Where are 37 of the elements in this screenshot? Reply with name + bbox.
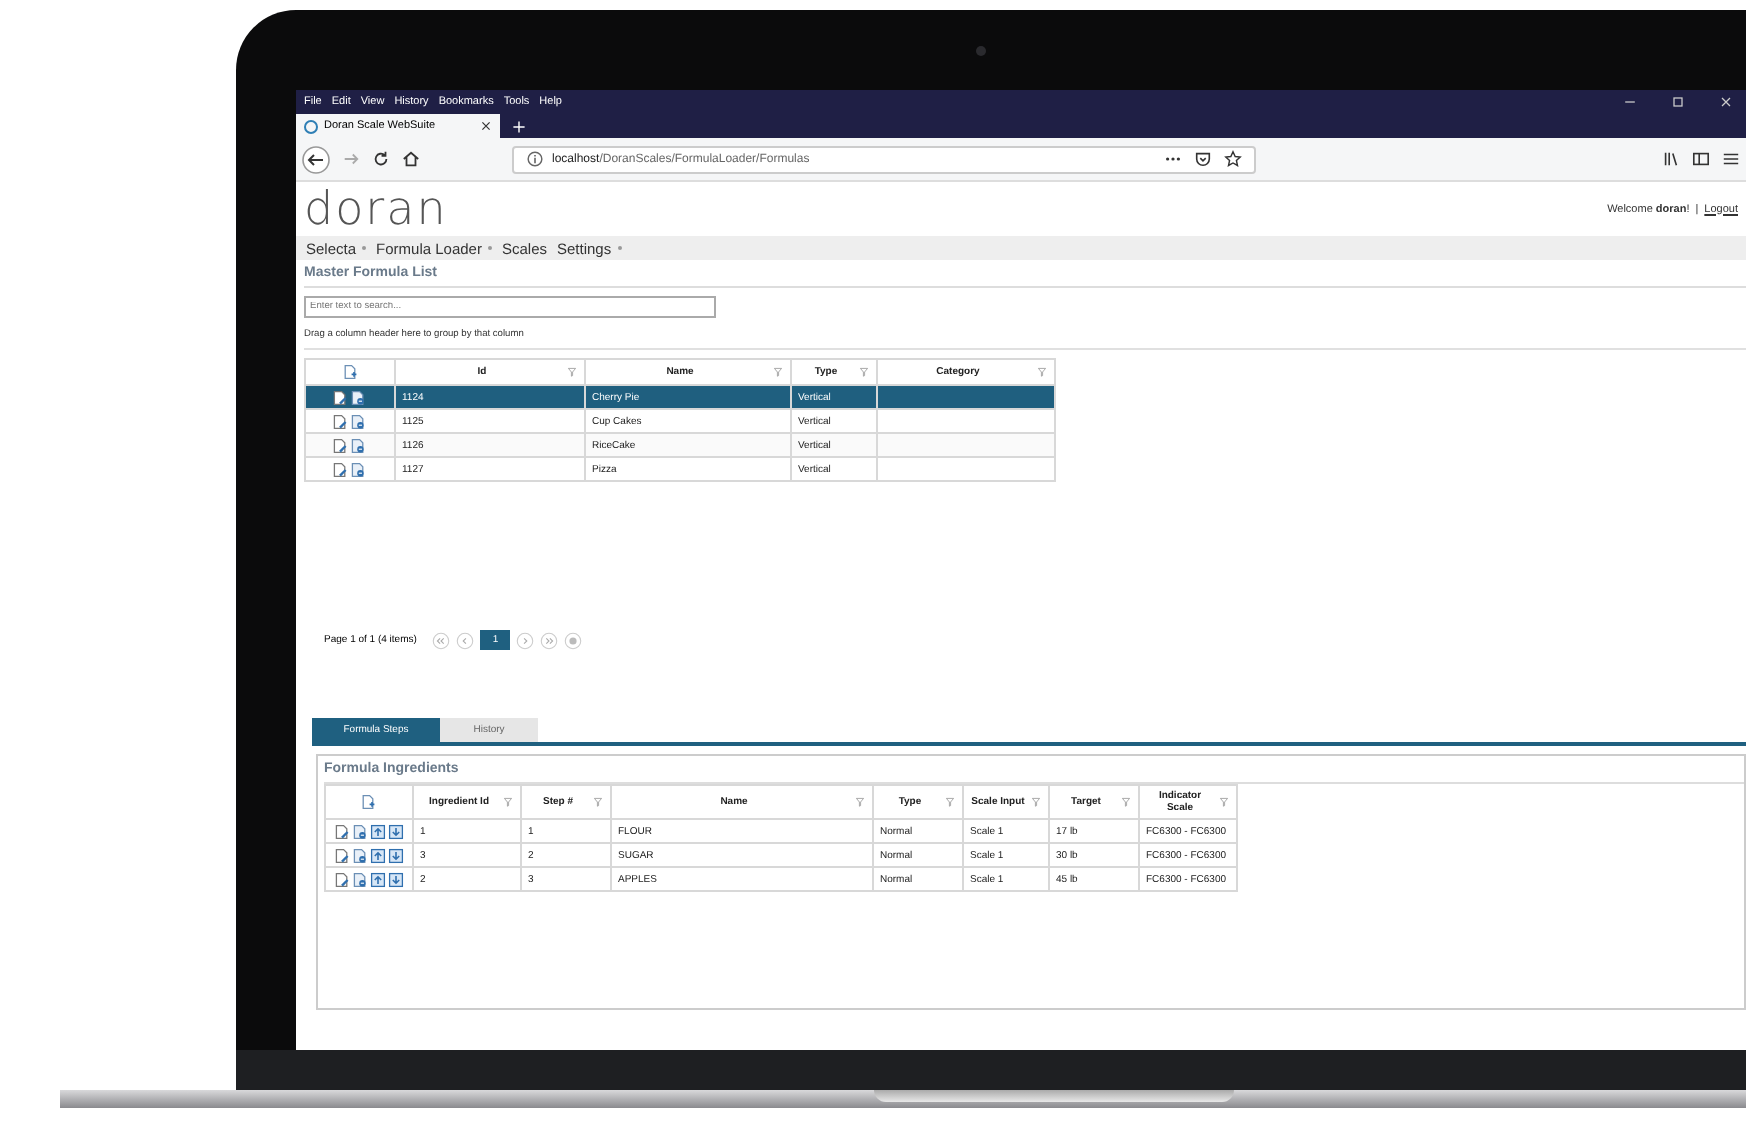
camera-icon	[976, 45, 986, 55]
maximize-icon[interactable]	[1670, 94, 1686, 110]
home-icon[interactable]	[402, 150, 420, 168]
delete-icon[interactable]	[350, 389, 366, 405]
edit-icon[interactable]	[332, 389, 348, 405]
move-down-icon[interactable]	[387, 847, 403, 863]
sidebar-icon[interactable]	[1692, 150, 1710, 168]
pocket-icon[interactable]	[1194, 150, 1212, 168]
new-tab-icon[interactable]	[512, 120, 526, 134]
close-icon[interactable]	[480, 120, 492, 132]
delete-icon[interactable]	[350, 461, 366, 477]
loading-icon	[304, 119, 318, 133]
add-icon[interactable]	[341, 364, 357, 380]
edit-icon[interactable]	[332, 461, 348, 477]
logo: doran	[304, 185, 448, 233]
add-icon[interactable]	[360, 794, 376, 810]
edit-icon[interactable]	[332, 437, 348, 453]
info-icon	[526, 150, 544, 168]
reload-icon[interactable]	[372, 150, 390, 168]
move-down-icon[interactable]	[387, 871, 403, 887]
edit-icon[interactable]	[332, 413, 348, 429]
delete-icon[interactable]	[351, 823, 367, 839]
move-down-icon[interactable]	[387, 823, 403, 839]
edit-icon[interactable]	[333, 847, 349, 863]
edit-icon[interactable]	[333, 823, 349, 839]
delete-icon[interactable]	[351, 871, 367, 887]
move-up-icon[interactable]	[369, 823, 385, 839]
move-up-icon[interactable]	[369, 847, 385, 863]
library-icon[interactable]	[1662, 150, 1680, 168]
edit-icon[interactable]	[333, 871, 349, 887]
menu-icon[interactable]	[1722, 150, 1740, 168]
back-button[interactable]	[302, 145, 330, 173]
delete-icon[interactable]	[350, 437, 366, 453]
star-icon[interactable]	[1224, 150, 1242, 168]
delete-icon[interactable]	[350, 413, 366, 429]
move-up-icon[interactable]	[369, 871, 385, 887]
delete-icon[interactable]	[351, 847, 367, 863]
